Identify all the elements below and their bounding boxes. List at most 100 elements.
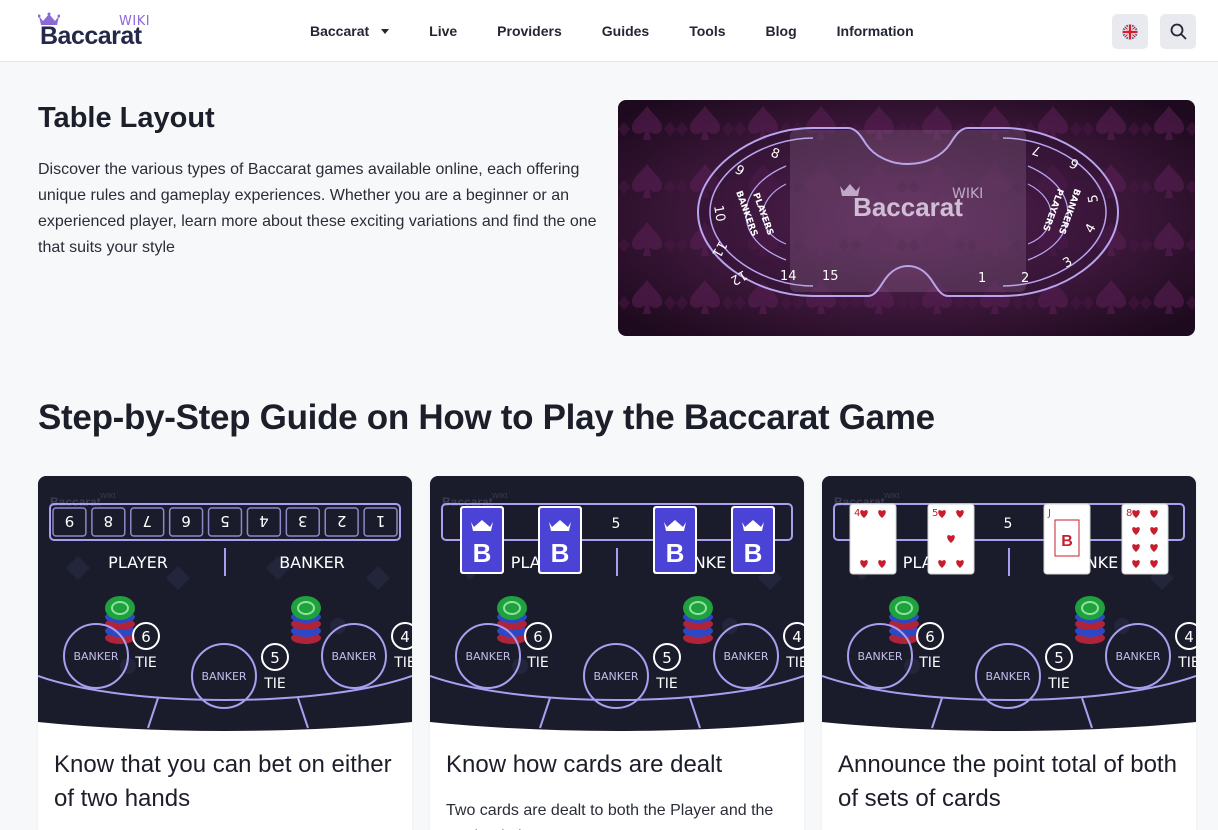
banker-spot-label: BANKER xyxy=(201,670,246,683)
card-back: B xyxy=(653,506,697,574)
banker-spot-label: BANKER xyxy=(857,650,902,663)
guide-card-image: WIKI Baccarat 9 8 7 6 5 4 3 2 1 PLAYER BANKER BA… xyxy=(38,476,412,736)
card-rank: J xyxy=(1047,508,1051,519)
table-logo-brand: Baccarat xyxy=(853,192,963,222)
logo-brand-text: Baccarat xyxy=(40,22,142,50)
search-button[interactable] xyxy=(1160,14,1196,49)
banker-spot-label: BANKER xyxy=(1115,650,1160,663)
tie-label: TIE xyxy=(918,655,941,671)
banker-label: NKE xyxy=(1086,553,1119,572)
number-box-label: 1 xyxy=(376,512,386,530)
tie-number: 4 xyxy=(1184,628,1194,646)
chip-stack xyxy=(889,596,919,644)
language-button[interactable] xyxy=(1112,14,1148,49)
number-box-label: 7 xyxy=(142,512,152,530)
card-back-letter: B xyxy=(744,538,763,568)
guide-card-title: Announce the point total of both of sets… xyxy=(838,751,1177,812)
card-back: B xyxy=(731,506,775,574)
nav-item-label: Information xyxy=(836,23,914,39)
tie-number: 6 xyxy=(925,628,935,646)
seat-number: 2 xyxy=(1021,271,1029,286)
card-back: B xyxy=(538,506,582,574)
card-back-letter: B xyxy=(666,538,685,568)
uk-flag-icon xyxy=(1122,24,1138,39)
tie-number: 5 xyxy=(1054,649,1064,667)
banker-spot-label: BANKER xyxy=(593,670,638,683)
playing-card: 5 xyxy=(927,503,975,575)
card-face-letter: B xyxy=(1061,533,1073,550)
site-logo[interactable]: WIKI Baccarat xyxy=(38,12,158,52)
number-box-label: 5 xyxy=(1004,516,1013,532)
guide-card-announce[interactable]: WIKI Baccarat 5 PLAY NKE 45JB8 BANKER BA… xyxy=(822,476,1196,830)
number-box-label: 5 xyxy=(612,516,621,532)
guide-card-title: Know how cards are dealt xyxy=(446,751,723,778)
watermark-brand: Baccarat xyxy=(50,495,101,509)
playing-card: 4 xyxy=(849,503,897,575)
guide-heading: Step-by-Step Guide on How to Play the Ba… xyxy=(38,398,935,437)
tie-label: TIE xyxy=(134,655,157,671)
guide-card-bet[interactable]: WIKI Baccarat 9 8 7 6 5 4 3 2 1 PLAYER BANKER BA… xyxy=(38,476,412,830)
playing-card: JB xyxy=(1043,503,1091,575)
tie-label: TIE xyxy=(1047,676,1070,692)
main-nav: Baccarat Live Providers Guides Tools Blo… xyxy=(310,0,954,62)
nav-item-blog[interactable]: Blog xyxy=(766,23,797,39)
banker-spot-label: BANKER xyxy=(985,670,1030,683)
site-header: WIKI Baccarat Baccarat Live Providers Gu… xyxy=(0,0,1218,62)
number-box-label: 5 xyxy=(220,512,230,530)
nav-item-guides[interactable]: Guides xyxy=(602,23,649,39)
nav-item-tools[interactable]: Tools xyxy=(689,23,725,39)
chip-stack xyxy=(291,596,321,644)
nav-item-label: Providers xyxy=(497,23,562,39)
playing-card: 8 xyxy=(1121,503,1169,575)
guide-card-text: Two cards are dealt to both the Player a… xyxy=(446,802,774,830)
guide-card-image: WIKI Baccarat 5 PLAY NKE BBBB BANKER BAN… xyxy=(430,476,804,736)
number-box-label: 2 xyxy=(337,512,347,530)
card-back-letter: B xyxy=(551,538,570,568)
nav-item-live[interactable]: Live xyxy=(429,23,457,39)
table-layout-image: WIKI Baccarat 8 9 10 11 12 14 15 7 6 5 4… xyxy=(618,100,1195,336)
player-label: PLAYER xyxy=(108,553,168,572)
tie-number: 5 xyxy=(270,649,280,667)
chip-stack xyxy=(497,596,527,644)
banker-label: NKE xyxy=(694,553,727,572)
tie-number: 6 xyxy=(141,628,151,646)
chip-stack xyxy=(105,596,135,644)
tie-number: 5 xyxy=(662,649,672,667)
chevron-down-icon xyxy=(381,28,390,34)
nav-item-label: Live xyxy=(429,23,458,39)
nav-item-label: Guides xyxy=(601,23,650,39)
banker-spot-label: BANKER xyxy=(723,650,768,663)
banker-spot-label: BANKER xyxy=(73,650,118,663)
tie-number: 6 xyxy=(533,628,543,646)
tie-label: TIE xyxy=(393,655,412,671)
seat-number: 1 xyxy=(978,271,986,286)
seat-number: 14 xyxy=(780,269,797,284)
nav-item-label: Tools xyxy=(689,23,726,39)
tie-label: TIE xyxy=(263,676,286,692)
number-box-label: 9 xyxy=(65,512,75,530)
card-back: B xyxy=(460,506,504,574)
number-box-label: 4 xyxy=(259,512,269,530)
card-rank: 4 xyxy=(854,508,860,519)
tie-label: TIE xyxy=(1177,655,1196,671)
nav-item-baccarat[interactable]: Baccarat xyxy=(310,23,390,39)
guide-card-deal[interactable]: WIKI Baccarat 5 PLAY NKE BBBB BANKER BAN… xyxy=(430,476,804,830)
tie-label: TIE xyxy=(526,655,549,671)
number-box-label: 8 xyxy=(104,512,114,530)
chip-stack xyxy=(683,596,713,644)
guide-card-title: Know that you can bet on either of two h… xyxy=(54,751,392,812)
seat-number: 15 xyxy=(822,269,839,284)
search-icon xyxy=(1170,23,1186,40)
table-layout-description: Discover the various types of Baccarat g… xyxy=(38,161,597,256)
nav-item-providers[interactable]: Providers xyxy=(497,23,562,39)
number-box-label: 3 xyxy=(298,512,308,530)
card-rank: 8 xyxy=(1126,508,1132,519)
banker-spot-label: BANKER xyxy=(331,650,376,663)
watermark-wiki: WIKI xyxy=(884,492,900,500)
nav-item-information[interactable]: Information xyxy=(837,23,914,39)
chip-stack xyxy=(1075,596,1105,644)
table-layout-heading: Table Layout xyxy=(38,102,215,134)
nav-item-label: Blog xyxy=(765,23,797,39)
tie-number: 4 xyxy=(792,628,802,646)
guide-card-image: WIKI Baccarat 5 PLAY NKE 45JB8 BANKER BA… xyxy=(822,476,1196,736)
